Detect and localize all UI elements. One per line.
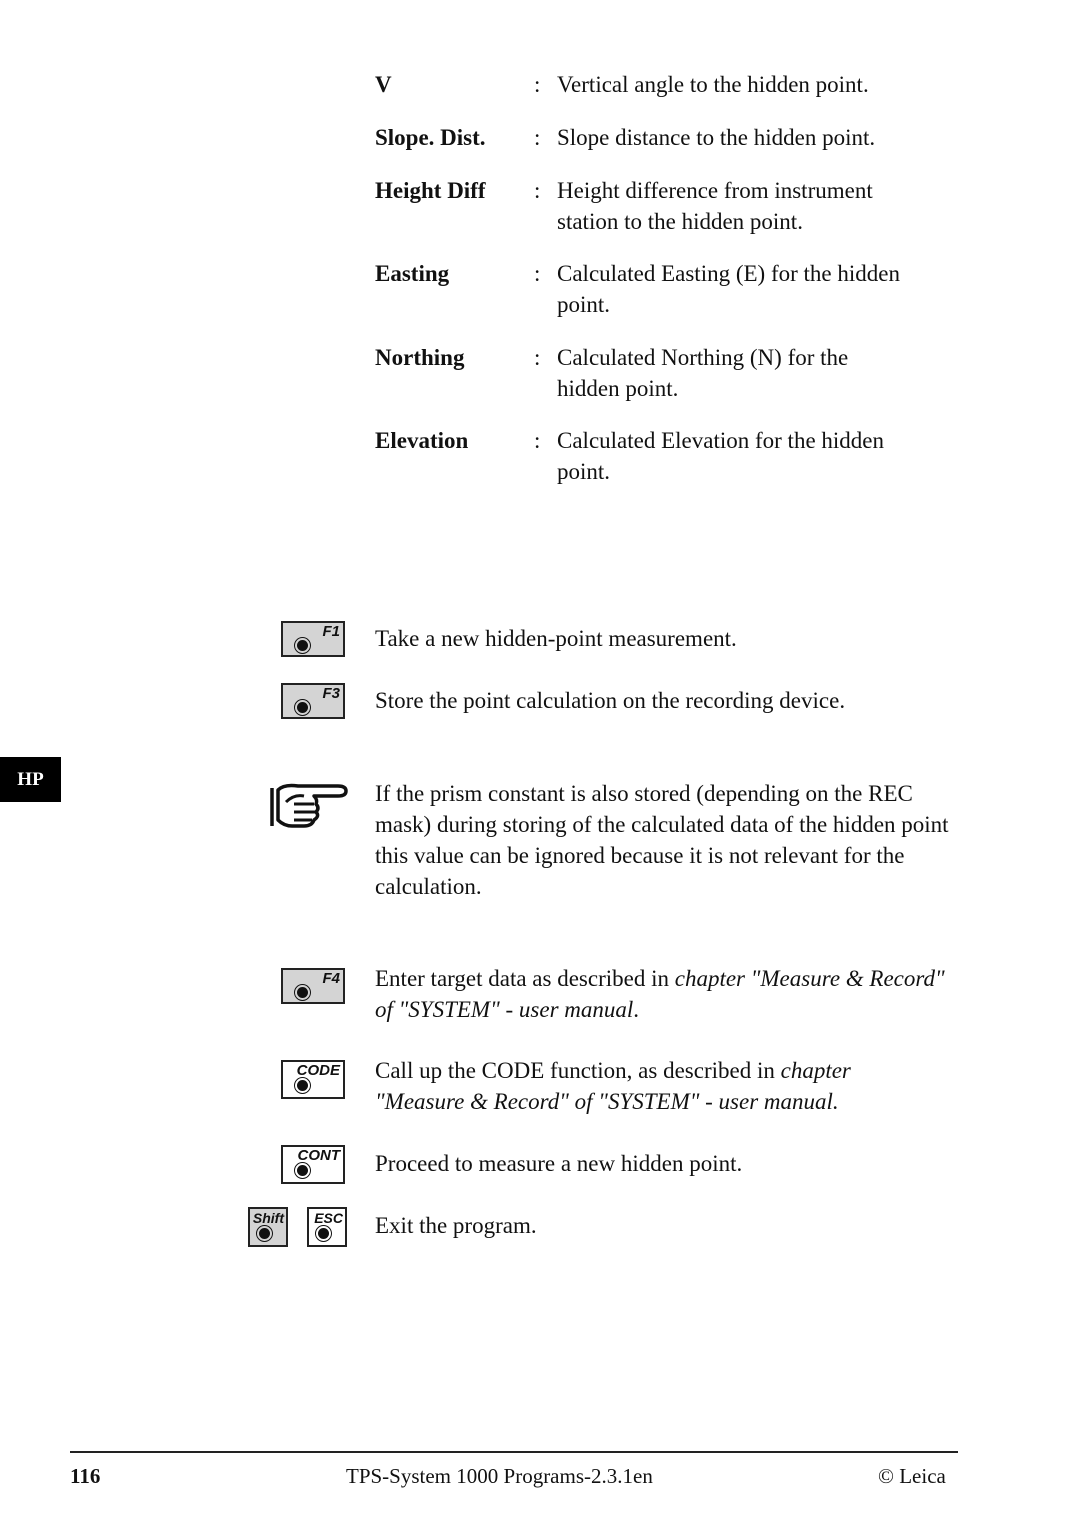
definition-term: Elevation (375, 428, 469, 453)
esc-key-icon: ESC (307, 1207, 347, 1247)
definition-colon: : (534, 125, 541, 150)
code-key-icon: CODE (281, 1060, 345, 1099)
function-key-icon: F4 (281, 968, 345, 1004)
definition-term: Height Diff (375, 178, 486, 203)
page-number: 116 (70, 1464, 101, 1488)
definition-description: Vertical angle to the hidden point. (557, 72, 869, 97)
definition-term: Northing (375, 345, 465, 370)
footer-divider (70, 1451, 958, 1453)
f4-description: Enter target data as described in chapte… (375, 963, 945, 1025)
key-dot (297, 987, 308, 998)
key-dot (297, 702, 308, 713)
definition-term: Easting (375, 261, 450, 286)
document-title: TPS-System 1000 Programs-2.3.1en (346, 1464, 653, 1488)
key-label: CODE (296, 1062, 340, 1079)
cont-description: Proceed to measure a new hidden point. (375, 1151, 743, 1176)
f3-description: Store the point calculation on the recor… (375, 688, 846, 713)
f4-text-plain: Enter target data as described in (375, 966, 675, 991)
definition-description: Calculated Northing (N) for the hidden p… (557, 345, 849, 401)
definition-term: V (375, 72, 392, 97)
key-label: ESC (314, 1210, 343, 1226)
key-dot (297, 640, 308, 651)
code-description: Call up the CODE function, as described … (375, 1055, 935, 1117)
key-label: F4 (322, 970, 340, 987)
key-dot (318, 1228, 329, 1239)
esc-description: Exit the program. (375, 1213, 537, 1238)
function-key-icon: F3 (281, 683, 345, 719)
definition-description: Slope distance to the hidden point. (557, 125, 876, 150)
copyright: © Leica (878, 1464, 946, 1488)
definition-description: Height difference from instrument statio… (557, 178, 873, 234)
f4-text-end: . (633, 997, 640, 1022)
definition-colon: : (534, 72, 541, 97)
section-tab: HP (0, 757, 61, 802)
key-label: F3 (322, 685, 340, 702)
definition-description: Calculated Easting (E) for the hidden po… (557, 261, 900, 317)
key-dot (297, 1080, 308, 1091)
function-key-icon: F1 (281, 621, 345, 657)
pointing-hand-icon (268, 780, 350, 830)
code-text-plain: Call up the CODE function, as described … (375, 1058, 781, 1083)
definition-description: Calculated Elevation for the hidden poin… (557, 428, 884, 484)
definition-colon: : (534, 345, 541, 370)
key-dot (297, 1165, 308, 1176)
key-label: Shift (252, 1210, 284, 1226)
key-label: CONT (297, 1147, 341, 1164)
cont-key-icon: CONT (281, 1145, 345, 1184)
note-text: If the prism constant is also stored (de… (375, 781, 949, 899)
definition-colon: : (534, 428, 541, 453)
definition-colon: : (534, 261, 541, 286)
key-label: F1 (322, 623, 340, 640)
definition-term: Slope. Dist. (375, 125, 486, 150)
shift-key-icon: Shift (248, 1207, 288, 1247)
f1-description: Take a new hidden-point measurement. (375, 626, 737, 651)
definition-colon: : (534, 178, 541, 203)
key-dot (259, 1228, 270, 1239)
